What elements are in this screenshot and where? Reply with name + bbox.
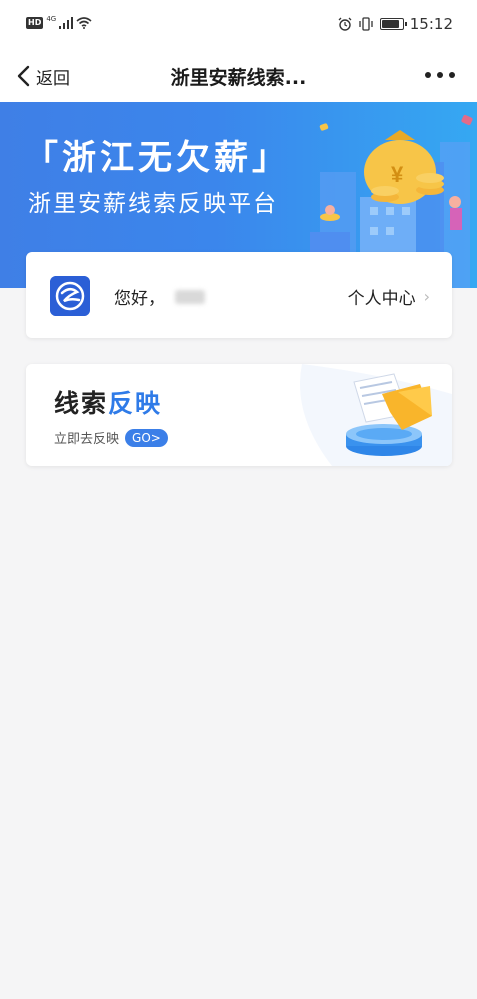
svg-text:¥: ¥ <box>391 162 404 187</box>
document-illustration <box>300 364 452 466</box>
report-title-part1: 线索 <box>54 389 109 418</box>
network-type: 4G <box>46 15 57 23</box>
hd-badge: HD <box>26 17 44 29</box>
report-subtitle: 立即去反映 GO> <box>54 428 168 447</box>
more-icon[interactable] <box>425 72 455 78</box>
battery-icon <box>379 18 407 30</box>
report-title-part2: 反映 <box>108 389 163 418</box>
status-left: HD 4G <box>26 15 92 29</box>
user-card[interactable]: 您好， 个人中心 › <box>26 252 452 338</box>
report-title: 线索反映 <box>54 384 162 420</box>
signal-icon <box>59 17 74 29</box>
vibrate-icon <box>359 17 373 31</box>
app-logo-icon <box>50 276 90 316</box>
banner-title: 「浙江无欠薪」 <box>24 138 290 178</box>
nav-bar: 返回 浙里安薪线索... <box>0 50 477 102</box>
profile-center-link[interactable]: 个人中心 › <box>348 284 430 309</box>
alarm-icon <box>338 17 352 31</box>
user-name-redacted <box>175 289 205 304</box>
profile-center-label: 个人中心 <box>347 289 416 309</box>
go-button[interactable]: GO> <box>125 428 168 447</box>
status-bar: HD 4G 15:12 <box>0 0 477 50</box>
chevron-right-icon: › <box>423 287 430 306</box>
status-right: 15:12 <box>338 15 453 33</box>
battery-fill <box>381 20 400 28</box>
report-card[interactable]: 线索反映 立即去反映 GO> <box>26 364 452 466</box>
clock: 15:12 <box>409 15 453 33</box>
greeting-text: 您好， <box>114 289 165 309</box>
greeting: 您好， <box>114 284 205 309</box>
banner-subtitle: 浙里安薪线索反映平台 <box>28 191 278 217</box>
page-title: 浙里安薪线索... <box>170 67 307 89</box>
report-subtitle-text: 立即去反映 <box>54 432 120 447</box>
wifi-icon <box>76 17 92 29</box>
